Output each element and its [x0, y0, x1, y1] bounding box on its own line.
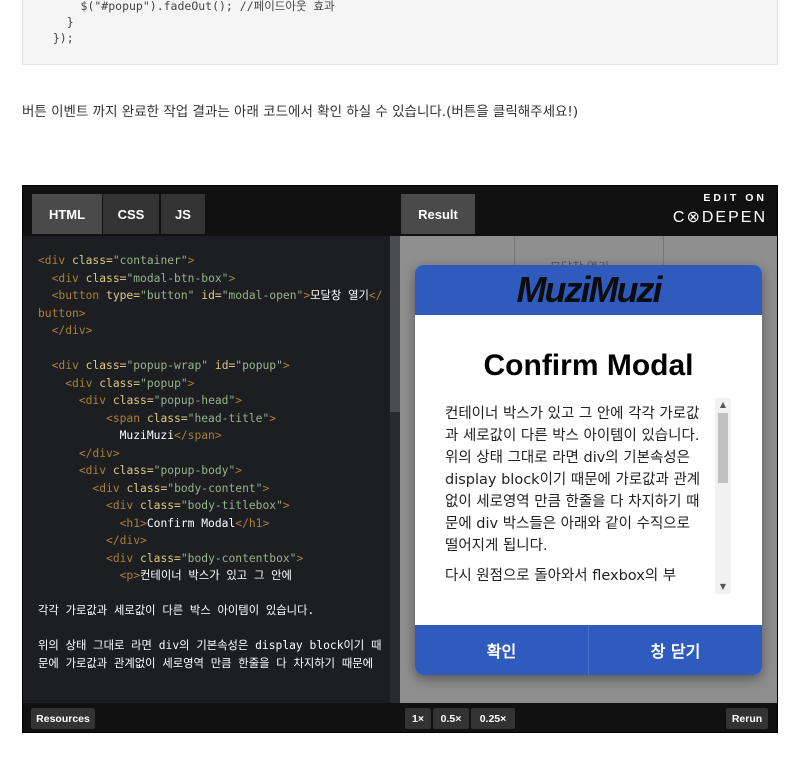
html-code: <div class="container"> <div class="moda… [38, 254, 383, 670]
snippet-code: $("#popup").fadeOut(); //페이드아웃 효과 } }); [39, 0, 335, 46]
scroll-up-icon[interactable]: ▲ [715, 398, 731, 412]
modal-title: Confirm Modal [483, 349, 694, 382]
zoom-05x-button[interactable]: 0.5× [433, 708, 469, 729]
tab-js[interactable]: JS [161, 194, 205, 234]
embed-topbar: HTML CSS JS Result EDIT ON C⊗DEPEN [23, 186, 777, 236]
html-code-pane[interactable]: <div class="container"> <div class="moda… [23, 236, 390, 703]
modal-paragraph: 컨테이너 박스가 있고 그 안에 각각 가로값과 세로값이 다른 박스 아이템이… [445, 406, 701, 554]
modal-footer: 확인 창 닫기 [415, 625, 762, 675]
snippet-line: } [39, 15, 74, 29]
snippet-line: }); [39, 31, 74, 45]
modal-head-title: MuziMuzi [516, 269, 663, 310]
confirm-modal: MuziMuzi Confirm Modal 컨테이너 박스가 있고 그 안에 … [415, 265, 762, 675]
scroll-down-icon[interactable]: ▼ [715, 580, 731, 594]
tab-css[interactable]: CSS [103, 194, 159, 234]
article-paragraph: 버튼 이벤트 까지 완료한 작업 결과는 아래 코드에서 확인 하실 수 있습니… [22, 104, 579, 120]
modal-content-box[interactable]: 컨테이너 박스가 있고 그 안에 각각 가로값과 세로값이 다른 박스 아이템이… [445, 403, 707, 595]
rerun-button[interactable]: Rerun [726, 708, 768, 729]
embed-bottombar: Resources 1× 0.5× 0.25× Rerun [23, 703, 777, 732]
modal-scrollbar[interactable]: ▲ ▼ [715, 398, 731, 594]
modal-head: MuziMuzi [415, 265, 762, 315]
codepen-logo-link[interactable]: EDIT ON C⊗DEPEN [673, 192, 767, 227]
zoom-025x-button[interactable]: 0.25× [471, 708, 515, 729]
zoom-1x-button[interactable]: 1× [405, 708, 431, 729]
modal-paragraph: 다시 원점으로 돌아와서 flexbox의 부 [445, 568, 677, 584]
confirm-button[interactable]: 확인 [415, 625, 589, 675]
code-scrollbar-thumb[interactable] [390, 236, 400, 412]
result-pane: 모달창 열기 MuziMuzi Confirm Modal 컨테이너 박스가 있… [400, 236, 777, 703]
edit-on-label: EDIT ON [703, 192, 767, 204]
code-snippet: $("#popup").fadeOut(); //페이드아웃 효과 } }); [22, 0, 778, 65]
tab-html[interactable]: HTML [32, 194, 102, 234]
modal-scrollbar-thumb[interactable] [718, 413, 728, 483]
codepen-brand: C⊗DEPEN [672, 209, 767, 226]
snippet-line: $("#popup").fadeOut(); //페이드아웃 효과 [39, 0, 335, 13]
code-scrollbar[interactable] [390, 236, 400, 703]
tab-result[interactable]: Result [401, 194, 475, 234]
codepen-embed: HTML CSS JS Result EDIT ON C⊗DEPEN <div … [22, 185, 778, 733]
close-modal-button[interactable]: 창 닫기 [589, 625, 762, 675]
resources-button[interactable]: Resources [31, 708, 95, 729]
